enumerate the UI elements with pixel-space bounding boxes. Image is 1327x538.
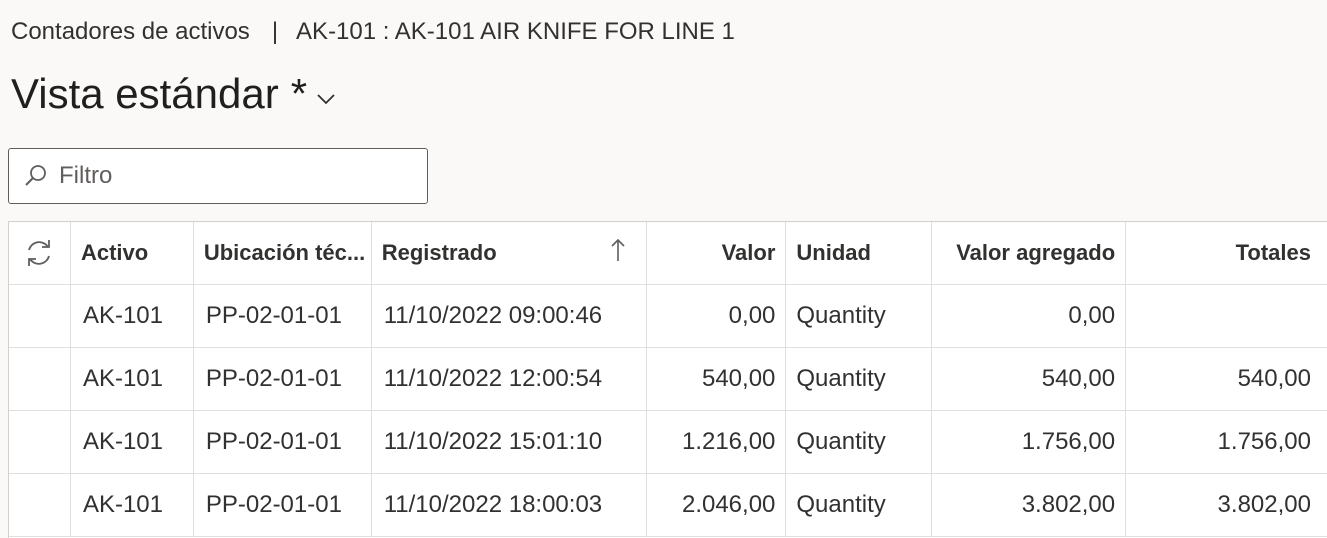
asset-counters-grid: Activo Ubicación téc... Registrado Valor… [8, 221, 1327, 538]
row-selector[interactable] [9, 285, 71, 347]
cell-ubicacion[interactable]: PP-02-01-01 [194, 285, 372, 347]
breadcrumb-separator: | [271, 18, 279, 45]
chevron-down-icon[interactable] [315, 88, 337, 110]
cell-totales[interactable] [1126, 285, 1327, 347]
cell-totales[interactable]: 3.802,00 [1126, 474, 1327, 536]
column-header-registrado-label: Registrado [381, 240, 497, 265]
breadcrumb-record: AK-101 : AK-101 AIR KNIFE FOR LINE 1 [296, 18, 735, 45]
column-header-valor[interactable]: Valor [647, 222, 787, 284]
cell-unidad[interactable]: Quantity [786, 474, 933, 536]
cell-unidad[interactable]: Quantity [786, 348, 933, 410]
grid-header-row: Activo Ubicación téc... Registrado Valor… [9, 222, 1327, 285]
column-header-valor-agregado[interactable]: Valor agregado [932, 222, 1127, 284]
table-row[interactable]: AK-101 PP-02-01-01 11/10/2022 12:00:54 5… [9, 348, 1327, 411]
cell-activo[interactable]: AK-101 [71, 411, 194, 473]
filter-input[interactable] [57, 161, 401, 191]
sort-ascending-icon[interactable] [610, 237, 626, 263]
search-icon [23, 163, 49, 189]
cell-activo[interactable]: AK-101 [71, 348, 194, 410]
cell-unidad[interactable]: Quantity [786, 285, 933, 347]
view-selector[interactable]: Vista estándar * [11, 70, 337, 118]
column-header-registrado[interactable]: Registrado [372, 222, 647, 284]
cell-unidad[interactable]: Quantity [786, 411, 933, 473]
cell-ubicacion[interactable]: PP-02-01-01 [194, 348, 372, 410]
refresh-icon[interactable] [22, 236, 56, 270]
table-row[interactable]: AK-101 PP-02-01-01 11/10/2022 15:01:10 1… [9, 411, 1327, 474]
cell-ubicacion[interactable]: PP-02-01-01 [194, 411, 372, 473]
cell-valor[interactable]: 540,00 [647, 348, 787, 410]
breadcrumb-section[interactable]: Contadores de activos [11, 18, 250, 46]
row-selector[interactable] [9, 411, 71, 473]
cell-valor-agregado[interactable]: 0,00 [932, 285, 1127, 347]
cell-valor[interactable]: 1.216,00 [647, 411, 787, 473]
cell-valor-agregado[interactable]: 3.802,00 [932, 474, 1127, 536]
row-selector[interactable] [9, 348, 71, 410]
table-row[interactable]: AK-101 PP-02-01-01 11/10/2022 18:00:03 2… [9, 474, 1327, 537]
cell-registrado[interactable]: 11/10/2022 18:00:03 [372, 474, 647, 536]
column-header-ubicacion[interactable]: Ubicación téc... [194, 222, 372, 284]
cell-valor[interactable]: 2.046,00 [647, 474, 787, 536]
column-header-activo[interactable]: Activo [71, 222, 194, 284]
row-selector[interactable] [9, 474, 71, 536]
cell-ubicacion[interactable]: PP-02-01-01 [194, 474, 372, 536]
cell-totales[interactable]: 540,00 [1126, 348, 1327, 410]
cell-registrado[interactable]: 11/10/2022 12:00:54 [372, 348, 647, 410]
column-header-unidad[interactable]: Unidad [786, 222, 933, 284]
view-modified-marker: * [290, 70, 308, 117]
cell-totales[interactable]: 1.756,00 [1126, 411, 1327, 473]
cell-registrado[interactable]: 11/10/2022 15:01:10 [372, 411, 647, 473]
view-name[interactable]: Vista estándar [11, 70, 279, 118]
column-header-totales[interactable]: Totales [1126, 222, 1327, 284]
table-row[interactable]: AK-101 PP-02-01-01 11/10/2022 09:00:46 0… [9, 285, 1327, 348]
cell-valor-agregado[interactable]: 540,00 [932, 348, 1127, 410]
cell-valor[interactable]: 0,00 [647, 285, 787, 347]
refresh-button[interactable] [9, 222, 71, 284]
cell-activo[interactable]: AK-101 [71, 285, 194, 347]
cell-activo[interactable]: AK-101 [71, 474, 194, 536]
cell-valor-agregado[interactable]: 1.756,00 [932, 411, 1127, 473]
breadcrumb: Contadores de activos | AK-101 : AK-101 … [11, 18, 735, 46]
filter-box[interactable] [8, 148, 428, 204]
cell-registrado[interactable]: 11/10/2022 09:00:46 [372, 285, 647, 347]
